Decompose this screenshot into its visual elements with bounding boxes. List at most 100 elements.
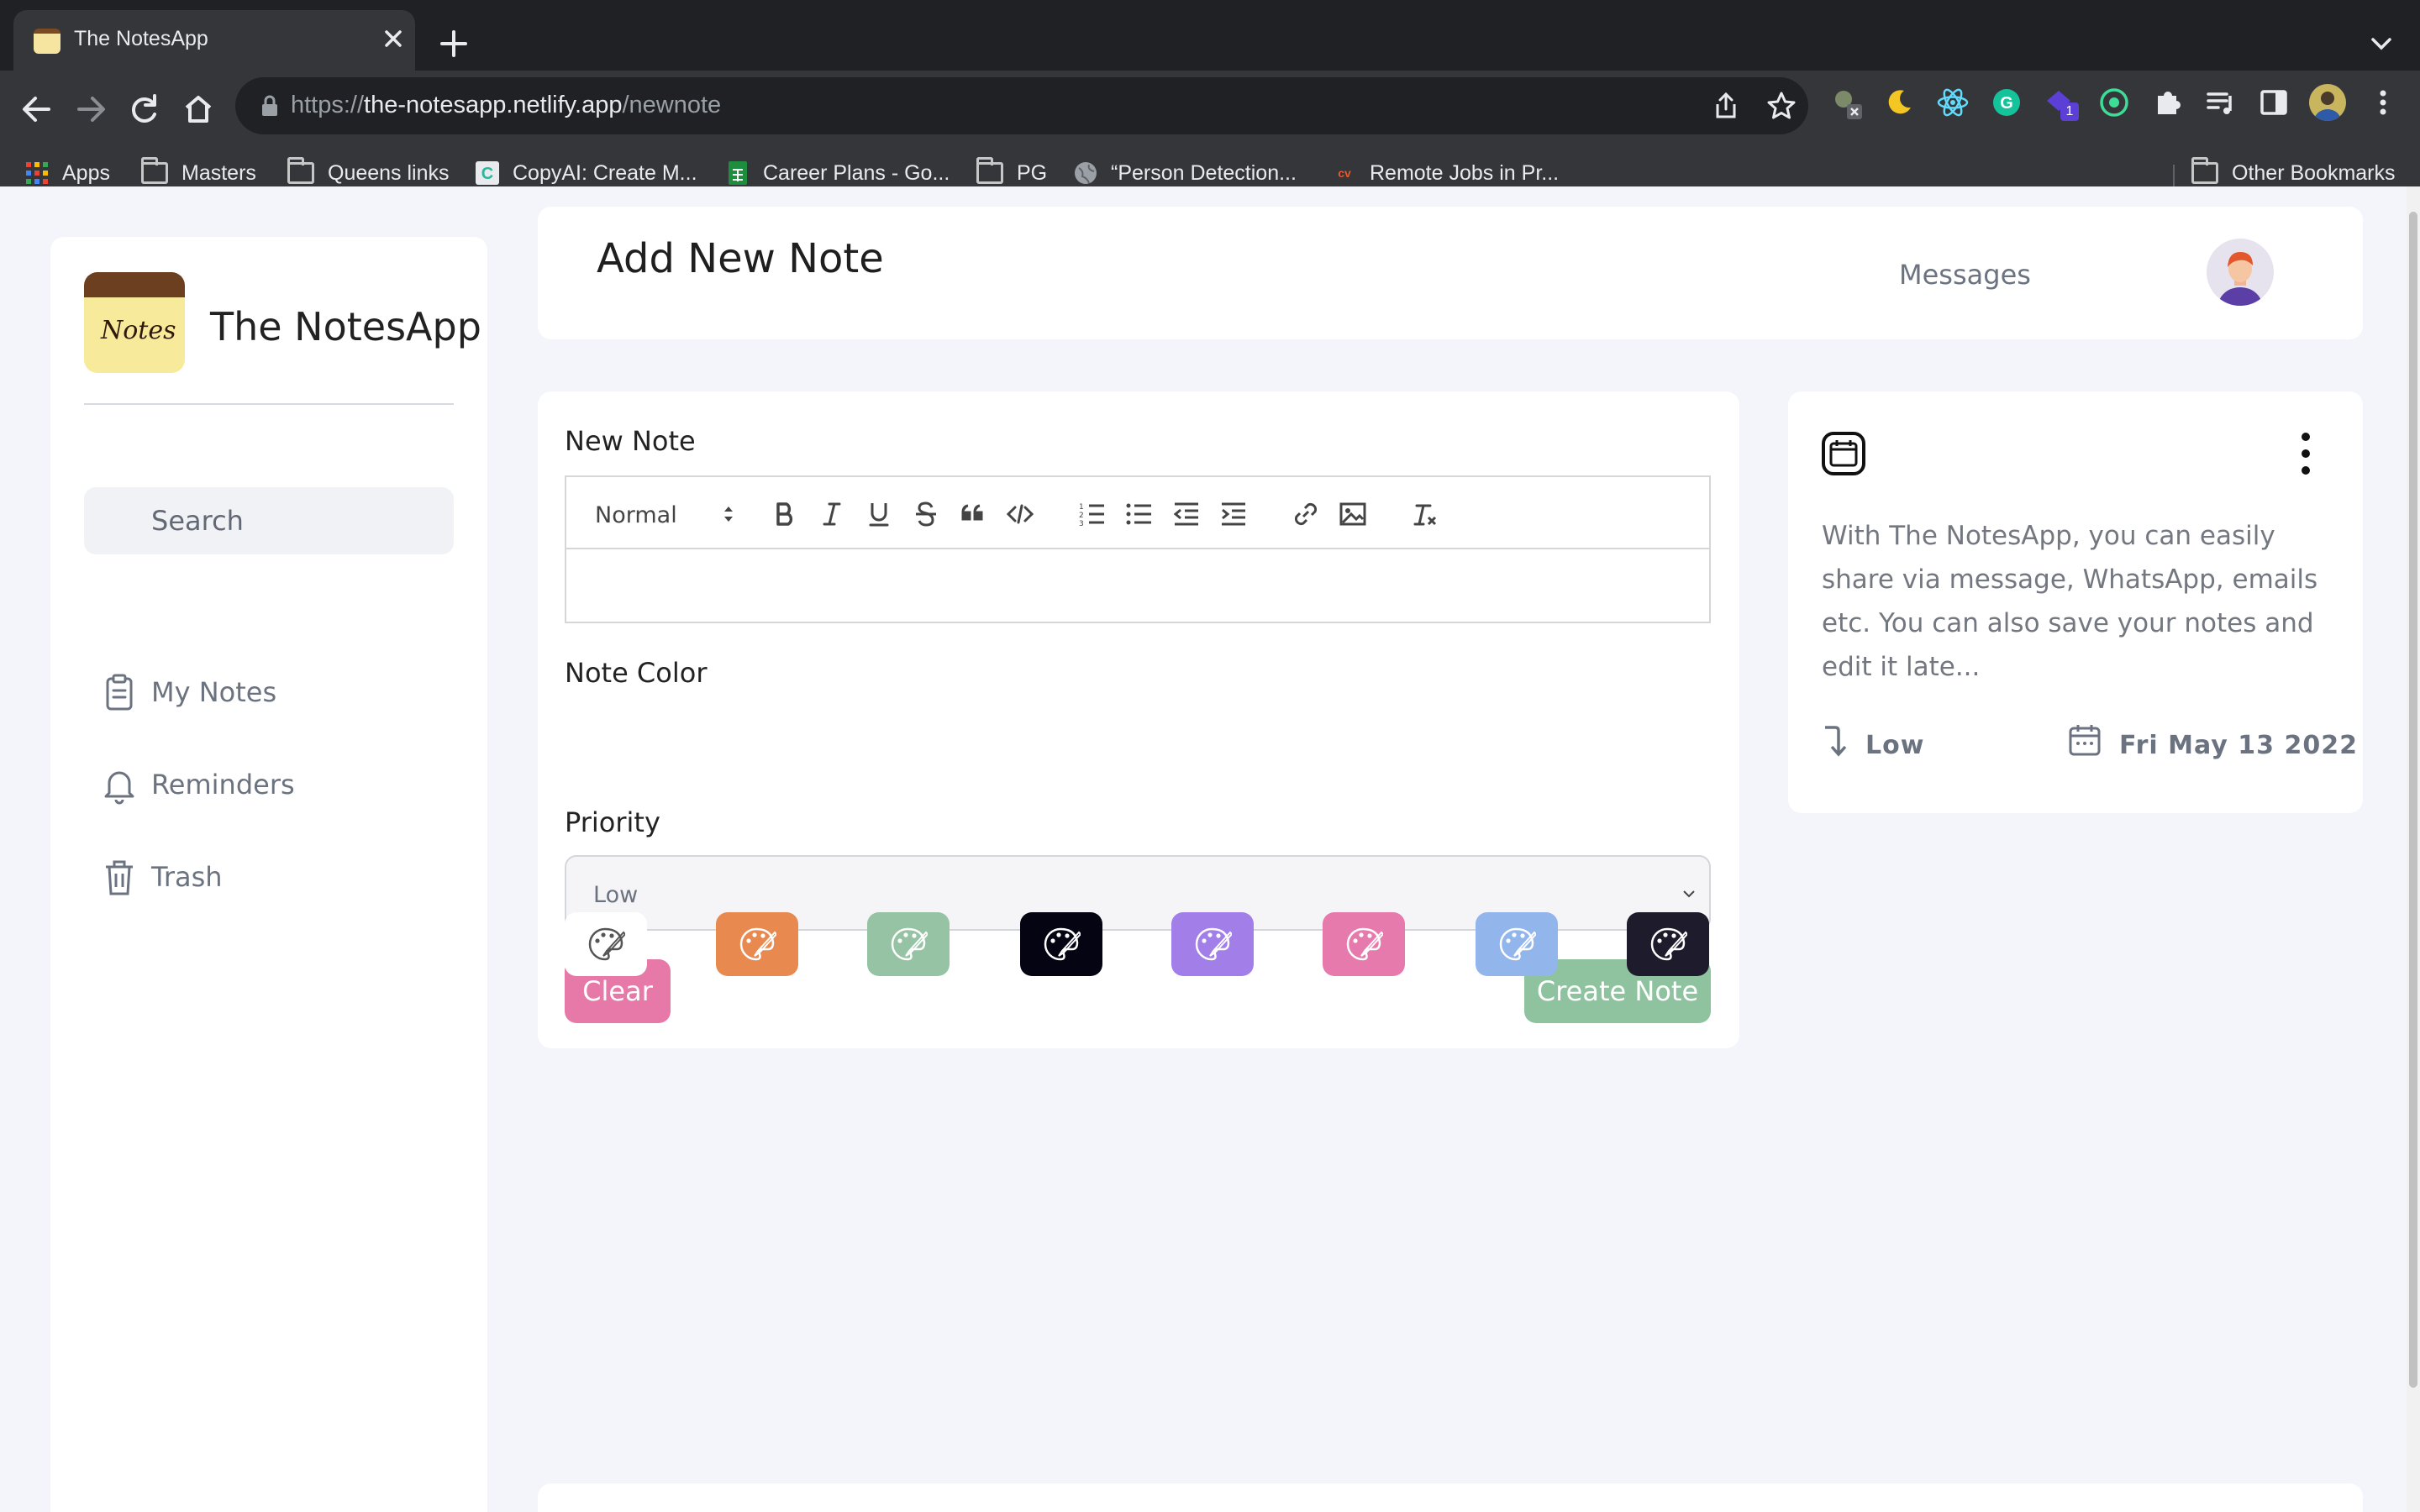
reading-list-icon[interactable]: [2202, 84, 2238, 121]
heading-format-select[interactable]: Normal: [595, 502, 677, 528]
tab-search-chevron-icon[interactable]: [2365, 27, 2398, 60]
bookmark-label: Career Plans - Go...: [763, 160, 950, 185]
sheets-icon: [729, 161, 747, 185]
editor-toolbar: Normal 123: [566, 477, 1709, 549]
bullet-list-icon[interactable]: [1124, 499, 1155, 529]
new-note-label: New Note: [565, 425, 696, 457]
editor-text-area[interactable]: [566, 551, 1709, 623]
sidebar-item-trash[interactable]: Trash: [101, 852, 223, 902]
share-icon[interactable]: [1711, 91, 1741, 121]
bookmark-pg[interactable]: PG: [976, 156, 1047, 190]
color-swatch[interactable]: [565, 912, 647, 976]
palette-icon: [739, 927, 776, 961]
forward-icon[interactable]: [66, 82, 116, 136]
note-priority: Low: [1865, 731, 1925, 760]
search-input[interactable]: [84, 487, 454, 554]
home-icon[interactable]: [173, 82, 224, 136]
blockquote-icon[interactable]: [958, 499, 988, 529]
palette-icon: [891, 927, 928, 961]
sidebar-item-label: Trash: [151, 861, 223, 893]
browser-toolbar: https://the-notesapp.netlify.app/newnote…: [0, 71, 2420, 200]
bookmark-label: CopyAI: Create M...: [513, 160, 697, 185]
bookmark-masters[interactable]: Masters: [141, 156, 256, 190]
image-icon[interactable]: [1338, 499, 1368, 529]
bookmark-apps[interactable]: Apps: [24, 156, 110, 190]
svg-text:C: C: [481, 165, 493, 183]
note-preview-text: With The NotesApp, you can easily share …: [1822, 521, 2318, 682]
link-icon[interactable]: [1291, 499, 1321, 529]
folder-icon: [976, 157, 1003, 184]
color-swatch[interactable]: [1171, 912, 1254, 976]
ext-dark-mode-moon-icon[interactable]: [1881, 84, 1918, 121]
note-preview-card: With The NotesApp, you can easily share …: [1788, 391, 2363, 813]
bookmark-queens-links[interactable]: Queens links: [287, 156, 450, 190]
reload-icon[interactable]: [119, 82, 170, 136]
copyai-icon: C: [476, 161, 499, 185]
indent-icon[interactable]: [1218, 499, 1249, 529]
url-text[interactable]: https://the-notesapp.netlify.app/newnote: [291, 92, 721, 119]
page-viewport: Notes The NotesApp My Notes Reminders Tr…: [0, 186, 2420, 1512]
strikethrough-icon[interactable]: [911, 499, 941, 529]
palette-icon: [1346, 927, 1383, 961]
apps-grid-icon: [26, 162, 48, 184]
ext-react-icon[interactable]: [1934, 84, 1971, 121]
sidebar-item-reminders[interactable]: Reminders: [101, 759, 295, 810]
bookmark-copyai[interactable]: C CopyAI: Create M...: [474, 156, 697, 190]
url-scheme: https://: [291, 92, 365, 118]
page-header: Add New Note Messages: [538, 207, 2363, 339]
other-bookmarks[interactable]: Other Bookmarks: [2191, 156, 2396, 190]
palette-icon: [1044, 927, 1081, 961]
outdent-icon[interactable]: [1171, 499, 1202, 529]
profile-avatar-icon[interactable]: [2309, 84, 2346, 121]
underline-icon[interactable]: [864, 499, 894, 529]
clear-format-icon[interactable]: [1410, 499, 1440, 529]
ext-target-icon[interactable]: [2096, 84, 2133, 121]
logo-text: Notes: [101, 316, 176, 345]
new-tab-icon[interactable]: [434, 24, 474, 64]
code-icon[interactable]: [1005, 499, 1035, 529]
page-scrollbar[interactable]: [2407, 186, 2420, 1512]
scrollbar-thumb[interactable]: [2409, 212, 2417, 1388]
bookmark-person-detection[interactable]: “Person Detection...: [1072, 156, 1297, 190]
sidebar-item-my-notes[interactable]: My Notes: [101, 667, 276, 717]
ordered-list-icon[interactable]: 123: [1077, 499, 1107, 529]
color-swatch[interactable]: [716, 912, 798, 976]
folder-icon: [287, 157, 314, 184]
bold-icon[interactable]: [770, 499, 800, 529]
bookmark-label: Remote Jobs in Pr...: [1370, 160, 1560, 185]
close-tab-icon[interactable]: [376, 22, 410, 55]
rich-text-editor: Normal 123: [565, 475, 1711, 623]
lock-icon[interactable]: [259, 94, 281, 118]
extensions-puzzle-icon[interactable]: [2149, 84, 2186, 121]
italic-icon[interactable]: [817, 499, 847, 529]
app-logo: Notes: [84, 272, 185, 373]
palette-icon: [1499, 927, 1536, 961]
select-arrows-icon[interactable]: [721, 502, 736, 526]
address-bar[interactable]: https://the-notesapp.netlify.app/newnote: [235, 77, 1808, 134]
sidebar-divider: [84, 403, 454, 405]
browser-tab[interactable]: The NotesApp: [13, 10, 415, 71]
ext-badge-extension-icon[interactable]: 1: [2042, 84, 2079, 121]
ext-grammarly-icon[interactable]: G: [1988, 84, 2025, 121]
folder-icon: [2191, 157, 2218, 184]
ext-eye-dropper-icon[interactable]: [1828, 84, 1865, 121]
browser-tab-bar: The NotesApp: [0, 0, 2420, 71]
color-swatch[interactable]: [1627, 912, 1709, 976]
user-avatar[interactable]: [2207, 239, 2274, 306]
browser-menu-icon[interactable]: [2365, 84, 2402, 121]
bookmark-remote-jobs[interactable]: cv Remote Jobs in Pr...: [1331, 156, 1559, 190]
svg-text:cv: cv: [1338, 166, 1351, 180]
messages-link[interactable]: Messages: [1899, 259, 2031, 291]
color-swatch[interactable]: [1323, 912, 1405, 976]
bookmark-career-plans[interactable]: Career Plans - Go...: [724, 156, 950, 190]
side-panel-icon[interactable]: [2255, 84, 2292, 121]
bookmark-star-icon[interactable]: [1765, 89, 1798, 123]
bookmark-label: Queens links: [328, 160, 450, 185]
color-swatch[interactable]: [1020, 912, 1102, 976]
more-options-icon[interactable]: [2297, 430, 2314, 477]
color-swatch[interactable]: [867, 912, 950, 976]
svg-text:1: 1: [1079, 503, 1084, 512]
color-swatch[interactable]: [1476, 912, 1558, 976]
back-icon[interactable]: [12, 82, 62, 136]
notes-favicon-icon: [34, 29, 60, 54]
